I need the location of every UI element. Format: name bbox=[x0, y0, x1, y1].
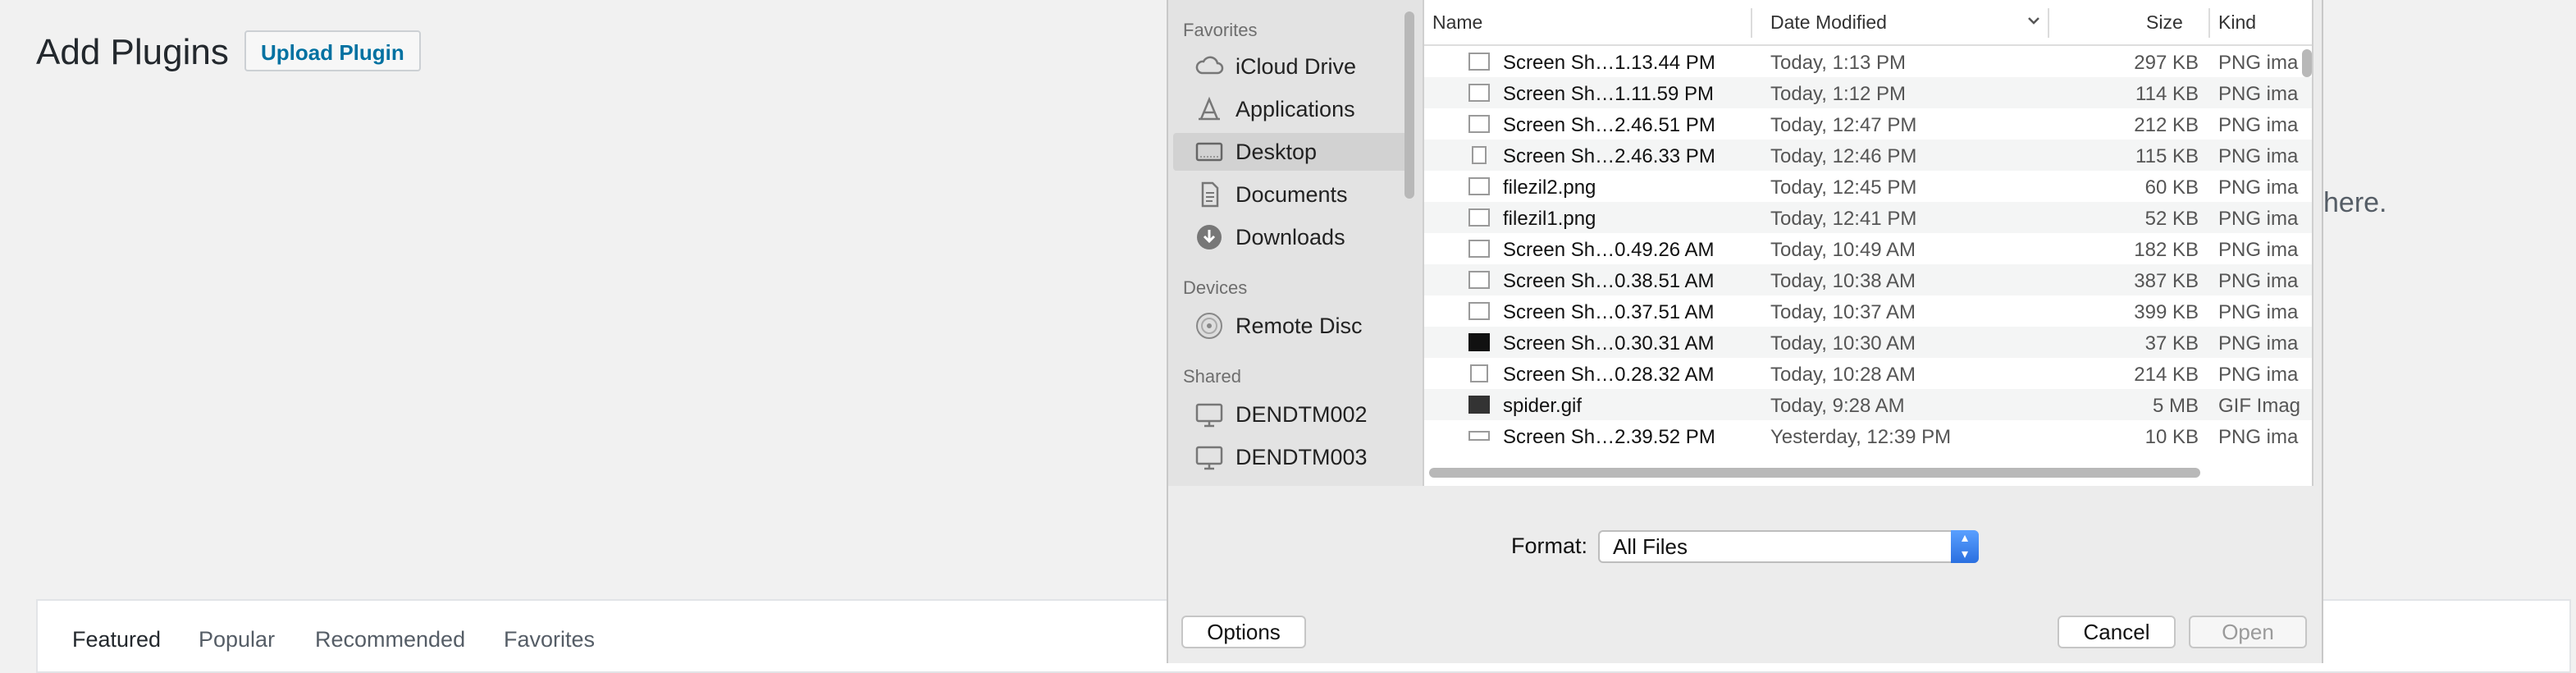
background-text: here. bbox=[2323, 187, 2387, 218]
tab-popular[interactable]: Popular bbox=[199, 627, 275, 652]
options-button[interactable]: Options bbox=[1181, 616, 1306, 648]
table-row[interactable]: Screen Sh…2.39.52 PM Yesterday, 12:39 PM 1… bbox=[1424, 420, 2312, 451]
table-row[interactable]: spider.gif Today, 9:28 AM 5 MB GIF Imag bbox=[1424, 389, 2312, 420]
sidebar-item-icloud-drive[interactable]: iCloud Drive bbox=[1173, 48, 1411, 85]
page-title: Add Plugins bbox=[36, 32, 229, 72]
column-divider[interactable] bbox=[2208, 8, 2210, 38]
image-file-icon bbox=[1468, 431, 1490, 441]
download-icon bbox=[1194, 222, 1224, 252]
image-file-icon bbox=[1468, 115, 1490, 133]
sidebar-item-dendtm002[interactable]: DENDTM002 bbox=[1173, 396, 1411, 433]
column-divider[interactable] bbox=[1751, 8, 1752, 38]
table-row[interactable]: filezil2.png Today, 12:45 PM 60 KB PNG ima bbox=[1424, 171, 2312, 202]
image-file-icon bbox=[1468, 177, 1490, 195]
sidebar-section-favorites: Favorites bbox=[1183, 20, 1258, 40]
file-list: Name Date Modified Size Kind Screen Sh…1… bbox=[1424, 0, 2313, 486]
table-row[interactable]: Screen Sh…0.30.31 AM Today, 10:30 AM 37 KB… bbox=[1424, 327, 2312, 358]
disc-icon bbox=[1194, 311, 1224, 341]
sidebar-item-desktop[interactable]: Desktop bbox=[1173, 133, 1411, 171]
upload-plugin-button[interactable]: Upload Plugin bbox=[244, 30, 421, 71]
image-file-icon bbox=[1468, 84, 1490, 102]
cloud-icon bbox=[1194, 52, 1224, 81]
sidebar-item-applications[interactable]: Applications bbox=[1173, 90, 1411, 128]
sidebar-scrollbar[interactable] bbox=[1404, 11, 1414, 199]
tab-favorites[interactable]: Favorites bbox=[504, 627, 595, 652]
tab-recommended[interactable]: Recommended bbox=[315, 627, 465, 652]
cancel-button[interactable]: Cancel bbox=[2058, 616, 2176, 648]
table-row[interactable]: Screen Sh…1.13.44 PM Today, 1:13 PM 297 KB… bbox=[1424, 46, 2312, 77]
tab-featured[interactable]: Featured bbox=[72, 627, 161, 652]
monitor-icon bbox=[1194, 442, 1224, 472]
column-kind[interactable]: Kind bbox=[2218, 11, 2256, 34]
sidebar-item-documents[interactable]: Documents bbox=[1173, 176, 1411, 213]
sidebar-item-remote-disc[interactable]: Remote Disc bbox=[1173, 307, 1411, 345]
desktop-icon bbox=[1194, 137, 1224, 167]
open-button[interactable]: Open bbox=[2189, 616, 2307, 648]
table-row[interactable]: Screen Sh…0.28.32 AM Today, 10:28 AM 214 K… bbox=[1424, 358, 2312, 389]
column-size[interactable]: Size bbox=[2146, 11, 2183, 34]
table-row[interactable]: Screen Sh…0.37.51 AM Today, 10:37 AM 399 K… bbox=[1424, 295, 2312, 327]
format-value: All Files bbox=[1613, 534, 1688, 559]
table-row[interactable]: Screen Sh…2.46.51 PM Today, 12:47 PM 212 K… bbox=[1424, 108, 2312, 140]
image-file-icon bbox=[1468, 240, 1490, 258]
applications-icon bbox=[1194, 94, 1224, 124]
column-divider[interactable] bbox=[2048, 8, 2049, 38]
image-file-icon bbox=[1468, 396, 1490, 414]
updown-chevron-icon: ▴ ▾ bbox=[1951, 530, 1979, 563]
image-file-icon bbox=[1472, 146, 1487, 164]
table-row[interactable]: filezil1.png Today, 12:41 PM 52 KB PNG ima bbox=[1424, 202, 2312, 233]
table-row[interactable]: Screen Sh…0.38.51 AM Today, 10:38 AM 387 K… bbox=[1424, 264, 2312, 295]
file-rows: Screen Sh…1.13.44 PM Today, 1:13 PM 297 KB… bbox=[1424, 46, 2312, 451]
column-name[interactable]: Name bbox=[1432, 11, 1482, 34]
horizontal-scrollbar[interactable] bbox=[1429, 468, 2200, 478]
vertical-scrollbar[interactable] bbox=[2302, 49, 2312, 77]
image-file-icon bbox=[1468, 271, 1490, 289]
image-file-icon bbox=[1468, 333, 1490, 351]
column-header: Name Date Modified Size Kind bbox=[1424, 0, 2312, 46]
sidebar-section-devices: Devices bbox=[1183, 277, 1248, 298]
sidebar-item-dendtm003[interactable]: DENDTM003 bbox=[1173, 438, 1411, 476]
open-file-dialog: Favorites iCloud Drive Applications Desk… bbox=[1167, 0, 2323, 663]
table-row[interactable]: Screen Sh…0.49.26 AM Today, 10:49 AM 182 K… bbox=[1424, 233, 2312, 264]
sidebar-item-downloads[interactable]: Downloads bbox=[1173, 218, 1411, 256]
image-file-icon bbox=[1468, 53, 1490, 71]
sort-chevron-down-icon bbox=[2025, 11, 2043, 34]
image-file-icon bbox=[1468, 302, 1490, 320]
image-file-icon bbox=[1468, 208, 1490, 227]
table-row[interactable]: Screen Sh…1.11.59 PM Today, 1:12 PM 114 KB… bbox=[1424, 77, 2312, 108]
monitor-icon bbox=[1194, 400, 1224, 429]
column-date-modified[interactable]: Date Modified bbox=[1770, 11, 1887, 34]
sidebar-section-shared: Shared bbox=[1183, 366, 1241, 387]
document-icon bbox=[1194, 180, 1224, 209]
image-file-icon bbox=[1470, 364, 1488, 382]
table-row[interactable]: Screen Sh…2.46.33 PM Today, 12:46 PM 115 K… bbox=[1424, 140, 2312, 171]
sidebar: Favorites iCloud Drive Applications Desk… bbox=[1168, 0, 1424, 486]
format-label: Format: bbox=[1511, 533, 1588, 558]
format-select[interactable]: All Files ▴ ▾ bbox=[1598, 530, 1979, 563]
